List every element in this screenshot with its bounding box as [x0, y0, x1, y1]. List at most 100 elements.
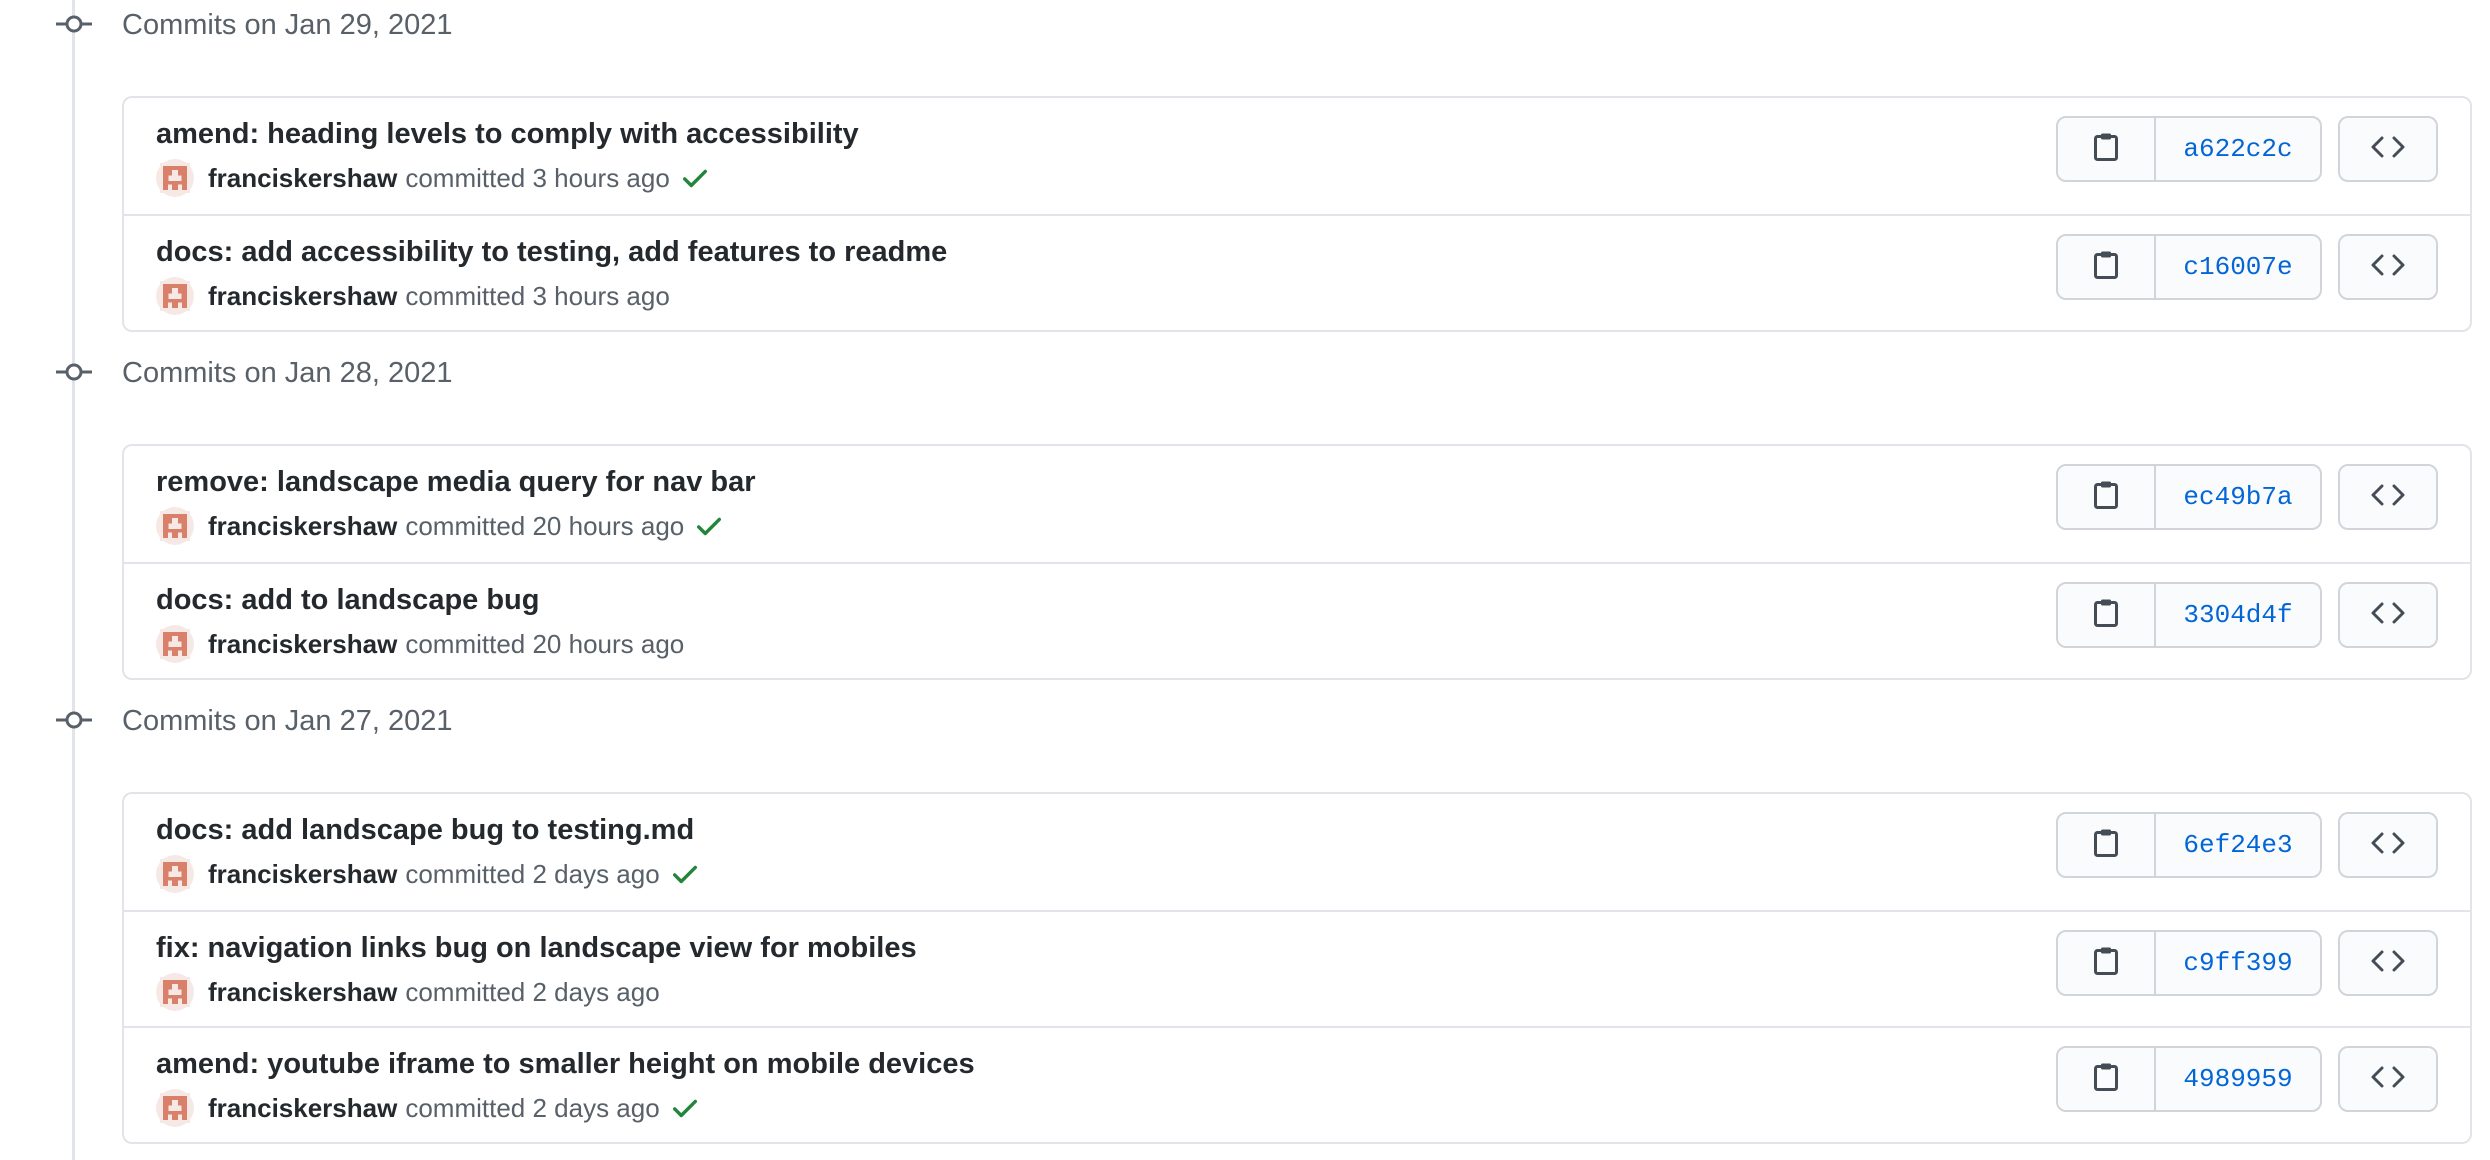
browse-repository-button[interactable] — [2338, 464, 2438, 530]
commit-time: committed 2 days ago — [405, 1092, 660, 1123]
copy-sha-button[interactable] — [2058, 236, 2156, 298]
commit-author-link[interactable]: franciskershaw — [208, 511, 397, 542]
identicon-avatar[interactable] — [156, 1089, 194, 1127]
identicon-avatar[interactable] — [156, 973, 194, 1011]
commit-sha-button-group: c16007e — [2056, 234, 2322, 300]
commit-message-link[interactable]: amend: heading levels to comply with acc… — [156, 116, 859, 152]
browse-repository-button[interactable] — [2338, 234, 2438, 300]
commit-group-header: Commits on Jan 28, 2021 — [0, 352, 1200, 392]
commit-sha-link[interactable]: 6ef24e3 — [2156, 814, 2320, 876]
clipboard-icon — [2093, 250, 2119, 285]
commit-sha-button-group: c9ff399 — [2056, 930, 2322, 996]
identicon-avatar[interactable] — [156, 625, 194, 663]
code-icon — [2371, 135, 2405, 164]
code-icon — [2371, 601, 2405, 630]
commit-meta: franciskershaw committed 3 hours ago — [156, 277, 670, 315]
code-icon — [2371, 831, 2405, 860]
commit-time: committed 20 hours ago — [405, 628, 685, 659]
commit-message-link[interactable]: fix: navigation links bug on landscape v… — [156, 930, 917, 966]
commit-message-link[interactable]: docs: add to landscape bug — [156, 582, 540, 618]
commit-sha-link[interactable]: c9ff399 — [2156, 932, 2320, 994]
commit-row: remove: landscape media query for nav ba… — [124, 446, 2470, 562]
commit-meta: franciskershaw committed 2 days ago — [156, 1089, 700, 1127]
code-icon — [2371, 949, 2405, 978]
commit-meta: franciskershaw committed 3 hours ago — [156, 159, 710, 197]
copy-sha-button[interactable] — [2058, 932, 2156, 994]
clipboard-icon — [2093, 480, 2119, 515]
check-icon[interactable] — [694, 511, 724, 541]
clipboard-icon — [2093, 598, 2119, 633]
commit-sha-link[interactable]: ec49b7a — [2156, 466, 2320, 528]
code-icon — [2371, 483, 2405, 512]
commit-group-title: Commits on Jan 28, 2021 — [122, 357, 453, 389]
commit-message-link[interactable]: docs: add accessibility to testing, add … — [156, 234, 947, 270]
copy-sha-button[interactable] — [2058, 118, 2156, 180]
commit-meta: franciskershaw committed 2 days ago — [156, 855, 700, 893]
clipboard-icon — [2093, 132, 2119, 167]
identicon-avatar[interactable] — [156, 507, 194, 545]
check-icon[interactable] — [670, 859, 700, 889]
commit-meta: franciskershaw committed 20 hours ago — [156, 507, 724, 545]
check-icon[interactable] — [680, 163, 710, 193]
commit-row: docs: add landscape bug to testing.md fr… — [124, 794, 2470, 910]
commit-author-link[interactable]: franciskershaw — [208, 281, 397, 312]
browse-repository-button[interactable] — [2338, 812, 2438, 878]
browse-repository-button[interactable] — [2338, 1046, 2438, 1112]
commit-row: amend: heading levels to comply with acc… — [124, 98, 2470, 214]
commit-group-title: Commits on Jan 29, 2021 — [122, 9, 453, 41]
commit-message-link[interactable]: remove: landscape media query for nav ba… — [156, 464, 756, 500]
check-icon[interactable] — [670, 1093, 700, 1123]
identicon-avatar[interactable] — [156, 277, 194, 315]
commit-sha-button-group: 4989959 — [2056, 1046, 2322, 1112]
browse-repository-button[interactable] — [2338, 116, 2438, 182]
commit-sha-button-group: 3304d4f — [2056, 582, 2322, 648]
commit-time: committed 2 days ago — [405, 976, 660, 1007]
commit-sha-link[interactable]: a622c2c — [2156, 118, 2320, 180]
commit-group-header: Commits on Jan 27, 2021 — [0, 700, 1200, 740]
copy-sha-button[interactable] — [2058, 1048, 2156, 1110]
commit-row: amend: youtube iframe to smaller height … — [124, 1026, 2470, 1142]
git-commit-icon — [56, 14, 92, 34]
commit-row: fix: navigation links bug on landscape v… — [124, 910, 2470, 1026]
commit-list: docs: add landscape bug to testing.md fr… — [122, 792, 2472, 1144]
copy-sha-button[interactable] — [2058, 814, 2156, 876]
commit-message-link[interactable]: amend: youtube iframe to smaller height … — [156, 1046, 975, 1082]
code-icon — [2371, 253, 2405, 282]
commit-meta: franciskershaw committed 2 days ago — [156, 973, 660, 1011]
commit-sha-button-group: 6ef24e3 — [2056, 812, 2322, 878]
commit-message-link[interactable]: docs: add landscape bug to testing.md — [156, 812, 694, 848]
commit-time: committed 2 days ago — [405, 858, 660, 889]
commit-group-header: Commits on Jan 29, 2021 — [0, 4, 1200, 44]
commit-sha-link[interactable]: 3304d4f — [2156, 584, 2320, 646]
commit-author-link[interactable]: franciskershaw — [208, 163, 397, 194]
commit-row: docs: add to landscape bug franciskersha… — [124, 562, 2470, 678]
clipboard-icon — [2093, 1062, 2119, 1097]
commit-author-link[interactable]: franciskershaw — [208, 859, 397, 890]
identicon-avatar[interactable] — [156, 855, 194, 893]
commit-group-title: Commits on Jan 27, 2021 — [122, 705, 453, 737]
commit-sha-link[interactable]: c16007e — [2156, 236, 2320, 298]
commit-list: amend: heading levels to comply with acc… — [122, 96, 2472, 332]
commit-author-link[interactable]: franciskershaw — [208, 977, 397, 1008]
commit-time: committed 3 hours ago — [405, 162, 670, 193]
clipboard-icon — [2093, 946, 2119, 981]
commit-sha-link[interactable]: 4989959 — [2156, 1048, 2320, 1110]
browse-repository-button[interactable] — [2338, 582, 2438, 648]
commit-list: remove: landscape media query for nav ba… — [122, 444, 2472, 680]
identicon-avatar[interactable] — [156, 159, 194, 197]
git-commit-icon — [56, 362, 92, 382]
copy-sha-button[interactable] — [2058, 584, 2156, 646]
git-commit-icon — [56, 710, 92, 730]
commit-author-link[interactable]: franciskershaw — [208, 629, 397, 660]
commit-sha-button-group: ec49b7a — [2056, 464, 2322, 530]
commit-row: docs: add accessibility to testing, add … — [124, 214, 2470, 330]
code-icon — [2371, 1065, 2405, 1094]
commit-author-link[interactable]: franciskershaw — [208, 1093, 397, 1124]
browse-repository-button[interactable] — [2338, 930, 2438, 996]
commit-history: Commits on Jan 29, 2021 amend: heading l… — [0, 0, 2490, 1160]
copy-sha-button[interactable] — [2058, 466, 2156, 528]
clipboard-icon — [2093, 828, 2119, 863]
commit-sha-button-group: a622c2c — [2056, 116, 2322, 182]
commit-meta: franciskershaw committed 20 hours ago — [156, 625, 685, 663]
commit-time: committed 20 hours ago — [405, 510, 685, 541]
